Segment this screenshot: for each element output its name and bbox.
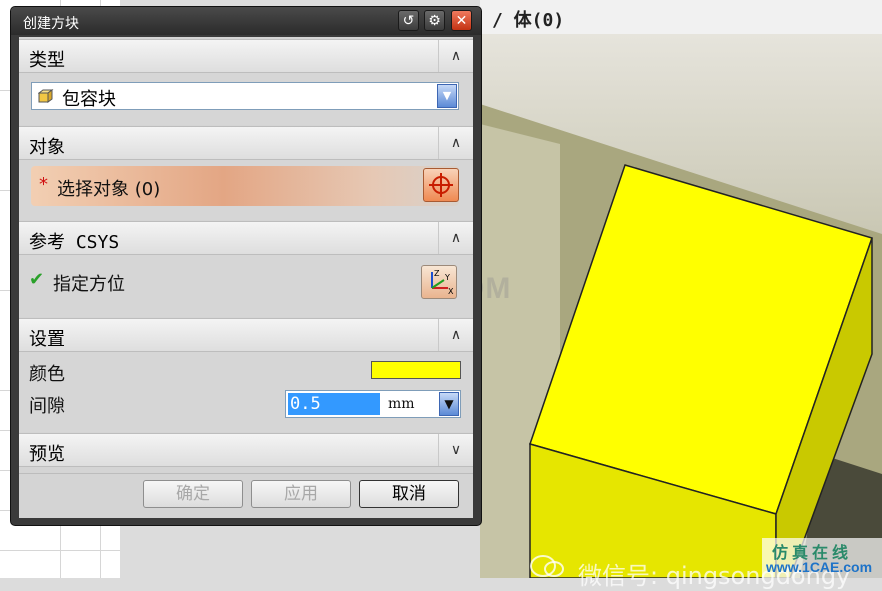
dialog-title: 创建方块 <box>23 16 79 32</box>
chevron-down-icon[interactable]: ∨ <box>438 434 473 466</box>
select-object-button[interactable] <box>423 168 459 202</box>
gap-label: 间隙 <box>29 396 65 417</box>
section-header-type[interactable]: 类型 ∧ <box>19 39 473 73</box>
section-header-preview[interactable]: 预览 ∨ <box>19 433 473 467</box>
dialog-titlebar[interactable]: 创建方块 ↺ ⚙ ✕ <box>11 7 481 35</box>
create-block-dialog: 创建方块 ↺ ⚙ ✕ 类型 ∧ 包容块 ▼ 对象 ∧ * 选择对象 (0) 参考… <box>11 7 481 525</box>
gear-icon[interactable]: ⚙ <box>424 10 445 31</box>
color-swatch[interactable] <box>371 361 461 379</box>
reset-icon[interactable]: ↺ <box>398 10 419 31</box>
section-body-object: * 选择对象 (0) <box>19 160 473 220</box>
check-icon: ✔ <box>29 269 45 290</box>
csys-axes-icon: Z Y X <box>431 269 454 296</box>
gap-unit: mm <box>388 396 415 412</box>
svg-text:X: X <box>448 287 454 296</box>
select-object-label: 选择对象 (0) <box>57 179 161 200</box>
dialog-footer: 确定 应用 取消 <box>19 473 473 518</box>
chevron-up-icon[interactable]: ∧ <box>438 222 473 254</box>
chevron-up-icon[interactable]: ∧ <box>438 40 473 72</box>
section-body-settings: 颜色 间隙 mm ▼ <box>19 352 473 432</box>
svg-text:Z: Z <box>434 269 440 278</box>
cancel-button[interactable]: 取消 <box>359 480 459 508</box>
chevron-down-icon[interactable]: ▼ <box>439 392 459 416</box>
close-icon[interactable]: ✕ <box>451 10 472 31</box>
chevron-up-icon[interactable]: ∧ <box>438 319 473 351</box>
svg-text:Y: Y <box>444 273 450 282</box>
csys-dialog-button[interactable]: Z Y X <box>421 265 457 299</box>
color-label: 颜色 <box>29 364 65 385</box>
chevron-down-icon[interactable]: ▼ <box>437 84 457 108</box>
section-body-csys: ✔ 指定方位 Z Y X <box>19 255 473 317</box>
section-title: 对象 <box>29 137 65 158</box>
select-object-row[interactable]: * 选择对象 (0) <box>31 166 459 206</box>
graphics-viewport[interactable] <box>480 34 882 578</box>
crosshair-icon <box>429 173 453 197</box>
section-header-csys[interactable]: 参考 CSYS ∧ <box>19 221 473 255</box>
bounding-block-icon <box>38 89 54 103</box>
section-header-settings[interactable]: 设置 ∧ <box>19 318 473 352</box>
ok-button[interactable]: 确定 <box>143 480 243 508</box>
section-header-object[interactable]: 对象 ∧ <box>19 126 473 160</box>
section-title: 设置 <box>29 329 65 350</box>
site-badge: 仿真在线 www.1CAE.com <box>762 538 882 578</box>
section-title: 类型 <box>29 50 65 71</box>
section-title: 预览 <box>29 444 65 465</box>
wechat-icon <box>530 555 564 577</box>
gap-input[interactable] <box>288 393 380 415</box>
gap-field[interactable]: mm ▼ <box>285 390 461 418</box>
3d-model-view[interactable] <box>480 34 882 578</box>
type-dropdown[interactable]: 包容块 ▼ <box>31 82 459 110</box>
viewport-title: / 体(0) <box>492 10 565 31</box>
dialog-body: 类型 ∧ 包容块 ▼ 对象 ∧ * 选择对象 (0) 参考 CSYS ∧ ✔ 指… <box>19 37 473 518</box>
type-selected-value: 包容块 <box>62 89 116 110</box>
specify-orientation-label: 指定方位 <box>53 274 125 295</box>
apply-button[interactable]: 应用 <box>251 480 351 508</box>
site-url: www.1CAE.com <box>766 559 873 575</box>
required-marker: * <box>39 174 48 195</box>
section-title: 参考 CSYS <box>29 232 120 253</box>
chevron-up-icon[interactable]: ∧ <box>438 127 473 159</box>
section-body-type: 包容块 ▼ <box>19 73 473 125</box>
